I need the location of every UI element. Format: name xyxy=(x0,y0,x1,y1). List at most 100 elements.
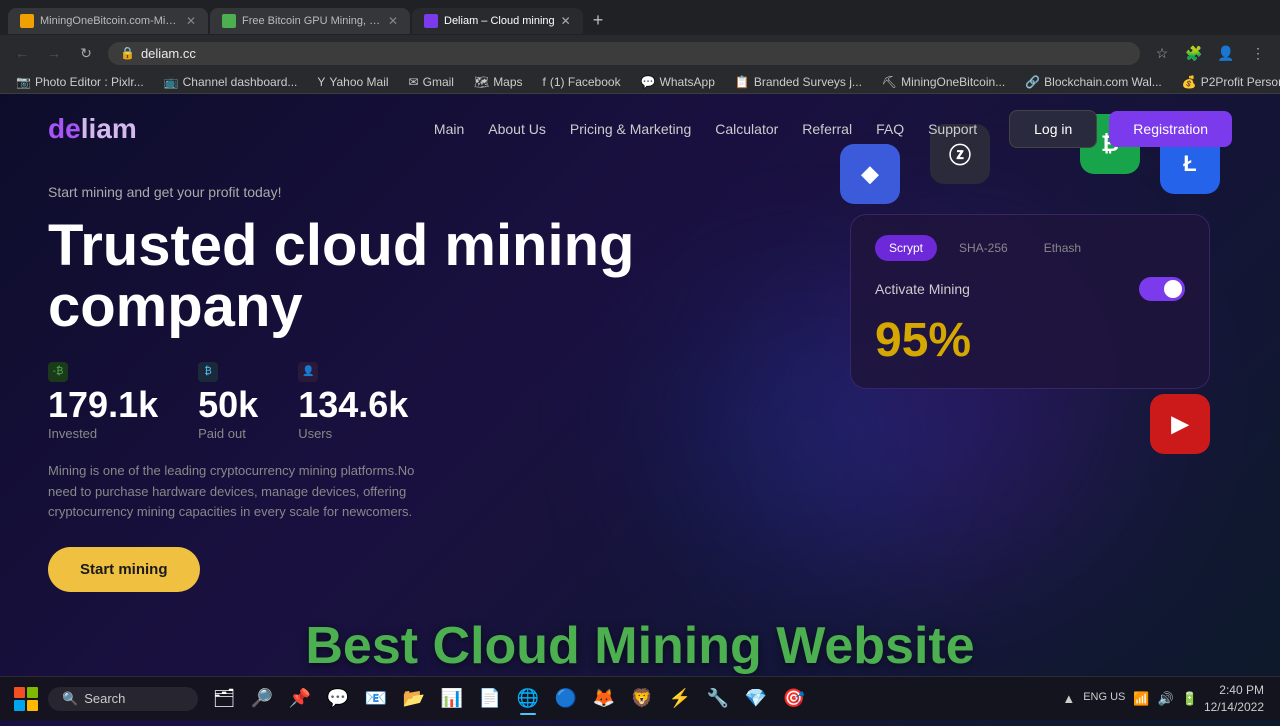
nav-links: Main About Us Pricing & Marketing Calcul… xyxy=(434,121,977,137)
tab-bar: MiningOneBitcoin.com-Mining... ✕ Free Bi… xyxy=(0,0,1280,35)
tab-3[interactable]: Deliam – Cloud mining ✕ xyxy=(412,8,583,34)
hero-description: Mining is one of the leading cryptocurre… xyxy=(48,461,428,523)
hero-subtitle: Start mining and get your profit today! xyxy=(48,184,1232,200)
website-content: deliam Main About Us Pricing & Marketing… xyxy=(0,94,1280,726)
tray-battery[interactable]: 🔋 xyxy=(1182,691,1198,707)
navbar: deliam Main About Us Pricing & Marketing… xyxy=(0,94,1280,164)
taskbar-app-msg[interactable]: 💬 xyxy=(320,681,356,717)
tab-1[interactable]: MiningOneBitcoin.com-Mining... ✕ xyxy=(8,8,208,34)
taskbar-app-mail[interactable]: 📧 xyxy=(358,681,394,717)
bookmark-miningone[interactable]: ⛏ MiningOneBitcoin... xyxy=(874,73,1013,91)
bookmark-photo-editor[interactable]: 📷 Photo Editor : Pixlr... xyxy=(8,73,152,91)
nav-calculator[interactable]: Calculator xyxy=(715,121,778,137)
overlay-promo-text: Best Cloud Mining Website xyxy=(0,616,1280,676)
taskbar-app-extra3[interactable]: 💎 xyxy=(738,681,774,717)
taskbar-app-search[interactable]: 🔎 xyxy=(244,681,280,717)
taskbar-clock[interactable]: 2:40 PM 12/14/2022 xyxy=(1204,682,1264,716)
stat-paidout: ₿ 50k Paid out xyxy=(198,362,258,441)
taskbar-app-pin[interactable]: 📌 xyxy=(282,681,318,717)
taskbar-search-box[interactable]: 🔍 Search xyxy=(48,687,198,711)
clock-time: 2:40 PM xyxy=(1204,682,1264,699)
site-logo[interactable]: deliam xyxy=(48,113,137,145)
profile-button[interactable]: 👤 xyxy=(1212,39,1240,67)
hero-section: Start mining and get your profit today! … xyxy=(0,164,1280,612)
tab-2[interactable]: Free Bitcoin GPU Mining, Cloud... ✕ xyxy=(210,8,410,34)
tab-favicon-2 xyxy=(222,14,236,28)
btc-badge-1: -₿ xyxy=(48,362,68,382)
nav-about[interactable]: About Us xyxy=(488,121,546,137)
bookmark-facebook[interactable]: f (1) Facebook xyxy=(535,73,629,91)
url-text: deliam.cc xyxy=(141,46,196,61)
btc-badge-2: ₿ xyxy=(198,362,218,382)
nav-main[interactable]: Main xyxy=(434,121,464,137)
taskbar-app-word[interactable]: 📄 xyxy=(472,681,508,717)
browser-actions: ☆ 🧩 👤 ⋮ xyxy=(1148,39,1272,67)
taskbar: 🔍 Search 🗂 🔎 📌 💬 📧 📂 📊 📄 🌐 🔵 🦊 🦁 ⚡ 🔧 💎 🎯… xyxy=(0,676,1280,720)
stats-section: -₿ 179.1k Invested ₿ 50k Paid out 👤 134.… xyxy=(48,362,1232,441)
user-badge: 👤 xyxy=(298,362,318,382)
tray-keyboard: ENG US xyxy=(1083,691,1125,707)
start-button[interactable] xyxy=(8,681,44,717)
nav-referral[interactable]: Referral xyxy=(802,121,852,137)
tab-close-3[interactable]: ✕ xyxy=(561,14,571,28)
tray-icon-1[interactable]: ▲ xyxy=(1062,691,1075,707)
browser-chrome: MiningOneBitcoin.com-Mining... ✕ Free Bi… xyxy=(0,0,1280,94)
taskbar-app-extra2[interactable]: 🔧 xyxy=(700,681,736,717)
tab-title-2: Free Bitcoin GPU Mining, Cloud... xyxy=(242,15,382,27)
win-square-blue xyxy=(14,700,25,711)
bookmark-maps[interactable]: 🗺 Maps xyxy=(466,73,531,91)
stat-invested: -₿ 179.1k Invested xyxy=(48,362,158,441)
bookmark-gmail[interactable]: ✉ Gmail xyxy=(401,73,462,91)
register-button[interactable]: Registration xyxy=(1109,111,1232,147)
logo-text-liam: liam xyxy=(81,113,137,144)
tab-title-3: Deliam – Cloud mining xyxy=(444,15,555,27)
taskbar-app-edge[interactable]: 🌐 xyxy=(510,681,546,717)
taskbar-app-folder[interactable]: 📂 xyxy=(396,681,432,717)
taskbar-apps: 🗂 🔎 📌 💬 📧 📂 📊 📄 🌐 🔵 🦊 🦁 ⚡ 🔧 💎 🎯 xyxy=(206,681,812,717)
taskbar-app-brave[interactable]: 🦁 xyxy=(624,681,660,717)
tab-favicon-1 xyxy=(20,14,34,28)
extensions-button[interactable]: 🧩 xyxy=(1180,39,1208,67)
stat-users-icon: 👤 xyxy=(298,362,408,382)
taskbar-app-extra1[interactable]: ⚡ xyxy=(662,681,698,717)
tab-title-1: MiningOneBitcoin.com-Mining... xyxy=(40,15,180,27)
stat-invested-label: Invested xyxy=(48,426,158,441)
taskbar-app-excel[interactable]: 📊 xyxy=(434,681,470,717)
bookmarks-bar: 📷 Photo Editor : Pixlr... 📺 Channel dash… xyxy=(0,71,1280,94)
win-square-yellow xyxy=(27,700,38,711)
taskbar-app-chrome[interactable]: 🔵 xyxy=(548,681,584,717)
tab-close-1[interactable]: ✕ xyxy=(186,14,196,28)
bookmark-channel[interactable]: 📺 Channel dashboard... xyxy=(156,73,306,91)
new-tab-button[interactable]: + xyxy=(585,6,612,35)
tray-wifi[interactable]: 📶 xyxy=(1133,691,1149,707)
taskbar-app-firefox[interactable]: 🦊 xyxy=(586,681,622,717)
login-button[interactable]: Log in xyxy=(1009,110,1097,148)
nav-faq[interactable]: FAQ xyxy=(876,121,904,137)
menu-button[interactable]: ⋮ xyxy=(1244,39,1272,67)
bookmark-blockchain[interactable]: 🔗 Blockchain.com Wal... xyxy=(1017,73,1170,91)
bookmark-star-button[interactable]: ☆ xyxy=(1148,39,1176,67)
logo-text-de: de xyxy=(48,113,81,144)
taskbar-search-icon: 🔍 xyxy=(62,691,78,707)
stat-invested-icon: -₿ xyxy=(48,362,158,382)
tray-sound[interactable]: 🔊 xyxy=(1158,691,1174,707)
bookmark-yahoo[interactable]: Y Yahoo Mail xyxy=(309,73,396,91)
url-bar[interactable]: 🔒 deliam.cc xyxy=(108,42,1140,65)
nav-pricing[interactable]: Pricing & Marketing xyxy=(570,121,691,137)
bookmark-surveys[interactable]: 📋 Branded Surveys j... xyxy=(727,73,870,91)
start-mining-button[interactable]: Start mining xyxy=(48,547,200,592)
stat-paidout-label: Paid out xyxy=(198,426,258,441)
stat-users: 👤 134.6k Users xyxy=(298,362,408,441)
back-button[interactable]: ← xyxy=(8,39,36,67)
nav-support[interactable]: Support xyxy=(928,121,977,137)
taskbar-app-files[interactable]: 🗂 xyxy=(206,681,242,717)
bookmark-whatsapp[interactable]: 💬 WhatsApp xyxy=(633,73,723,91)
stat-invested-value: 179.1k xyxy=(48,384,158,426)
taskbar-app-extra4[interactable]: 🎯 xyxy=(776,681,812,717)
forward-button[interactable]: → xyxy=(40,39,68,67)
refresh-button[interactable]: ↻ xyxy=(72,39,100,67)
stat-paidout-icon: ₿ xyxy=(198,362,258,382)
stat-paidout-value: 50k xyxy=(198,384,258,426)
bookmark-p2profit[interactable]: 💰 P2Profit Personal ac... xyxy=(1174,73,1280,91)
tab-close-2[interactable]: ✕ xyxy=(388,14,398,28)
